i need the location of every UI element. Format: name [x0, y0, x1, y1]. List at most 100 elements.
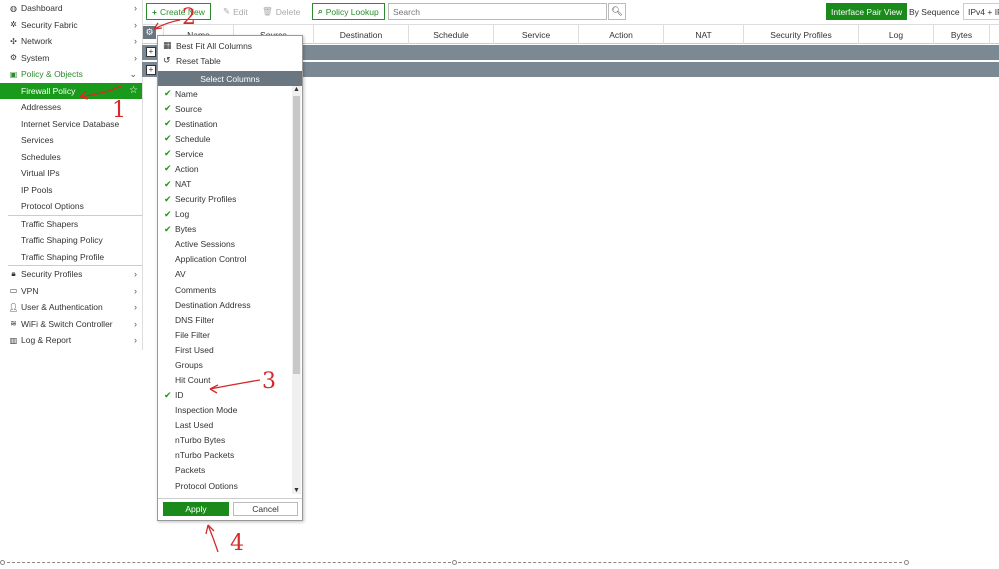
column-option-first-used[interactable]: First Used	[158, 342, 294, 357]
column-header-service[interactable]: Service	[494, 25, 579, 44]
sidebar-subitem-services[interactable]: Services	[0, 132, 142, 149]
column-option-comments[interactable]: Comments	[158, 282, 294, 297]
sidebar-item-log-report[interactable]: ▥ Log & Report ›	[0, 332, 142, 349]
scroll-down-icon[interactable]: ▼	[292, 487, 301, 494]
column-option-groups[interactable]: Groups	[158, 357, 294, 372]
column-option-label: File Filter	[175, 329, 210, 340]
sidebar-item-vpn[interactable]: ▭ VPN ›	[0, 283, 142, 300]
edit-button[interactable]: ✎ Edit	[217, 3, 254, 20]
policy-lookup-button[interactable]: ⌕ Policy Lookup	[312, 3, 385, 20]
sidebar-subitem-ip-pools[interactable]: IP Pools	[0, 182, 142, 199]
sidebar-item-dashboard[interactable]: ◍ Dashboard ›	[0, 0, 142, 17]
annotation-number-4: 4	[230, 531, 244, 556]
best-fit-columns-item[interactable]: ▦ Best Fit All Columns	[158, 38, 302, 53]
column-option-source[interactable]: ✔ Source	[158, 101, 294, 116]
column-option-schedule[interactable]: ✔ Schedule	[158, 131, 294, 146]
sidebar-item-label: Security Fabric	[21, 19, 78, 30]
column-option-application-control[interactable]: Application Control	[158, 252, 294, 267]
sidebar-item-policy-objects[interactable]: ▣ Policy & Objects ⌄	[0, 66, 142, 83]
sidebar-subitem-addresses[interactable]: Addresses	[0, 99, 142, 116]
column-header-action[interactable]: Action	[579, 25, 664, 44]
column-option-destination[interactable]: ✔ Destination	[158, 116, 294, 131]
sidebar-item-system[interactable]: ⚙ System ›	[0, 50, 142, 67]
column-option-file-filter[interactable]: File Filter	[158, 327, 294, 342]
sidebar-item-security-profiles[interactable]: 🔒︎ Security Profiles ›	[0, 266, 142, 283]
sidebar-item-wifi-switch-controller[interactable]: ≋ WiFi & Switch Controller ›	[0, 316, 142, 333]
search-input[interactable]	[388, 3, 607, 20]
column-option-id[interactable]: ✔ ID	[158, 388, 294, 403]
sidebar-item-user-authentication[interactable]: 👤︎ User & Authentication ›	[0, 299, 142, 316]
cancel-button[interactable]: Cancel	[233, 502, 298, 516]
column-option-av[interactable]: AV	[158, 267, 294, 282]
sidebar-item-network[interactable]: ✣ Network ›	[0, 33, 142, 50]
column-menu-popup: ▦ Best Fit All Columns ↺ Reset Table Sel…	[157, 35, 303, 521]
column-option-last-used[interactable]: Last Used	[158, 418, 294, 433]
column-header-nat[interactable]: NAT	[664, 25, 744, 44]
column-option-destination-address[interactable]: Destination Address	[158, 297, 294, 312]
column-option-nat[interactable]: ✔ NAT	[158, 176, 294, 191]
column-header-log[interactable]: Log	[859, 25, 934, 44]
reset-table-item[interactable]: ↺ Reset Table	[158, 53, 302, 68]
create-new-button[interactable]: + Create New	[146, 3, 211, 20]
column-list: ✔ Name ✔ Source ✔ Destination ✔ Schedule ✔ Servic…	[158, 86, 294, 489]
column-option-hit-count[interactable]: Hit Count	[158, 372, 294, 387]
column-option-inspection-mode[interactable]: Inspection Mode	[158, 403, 294, 418]
column-option-label: Service	[175, 148, 204, 159]
chart-icon: ▥	[9, 335, 18, 345]
column-option-action[interactable]: ✔ Action	[158, 161, 294, 176]
search-button[interactable]: 🔍︎	[608, 3, 626, 20]
sidebar-subitem-firewall-policy[interactable]: Firewall Policy ☆	[0, 82, 142, 99]
annotation-arrow-4	[205, 524, 219, 553]
delete-button[interactable]: 🗑︎ Delete	[256, 3, 307, 20]
column-settings-gear-icon[interactable]: ⚙	[143, 26, 156, 39]
column-option-protocol-options[interactable]: Protocol Options	[158, 478, 294, 489]
sidebar-subitem-traffic-shapers[interactable]: Traffic Shapers	[0, 216, 142, 233]
column-option-service[interactable]: ✔ Service	[158, 146, 294, 161]
column-option-dns-filter[interactable]: DNS Filter	[158, 312, 294, 327]
column-option-label: DNS Filter	[175, 314, 215, 325]
interface-pair-view-button[interactable]: Interface Pair View	[826, 3, 908, 20]
column-option-log[interactable]: ✔ Log	[158, 207, 294, 222]
column-option-packets[interactable]: Packets	[158, 463, 294, 478]
expand-icon[interactable]: +	[146, 65, 156, 75]
sidebar-subitem-schedules[interactable]: Schedules	[0, 149, 142, 166]
column-option-security-profiles[interactable]: ✔ Security Profiles	[158, 192, 294, 207]
ip-version-dropdown[interactable]: IPv4 + IP	[963, 3, 999, 20]
toolbar: + Create New ✎ Edit 🗑︎ Delete ⌕ Policy L…	[146, 3, 999, 20]
column-option-label: Source	[175, 103, 202, 114]
apply-button[interactable]: Apply	[163, 502, 229, 516]
column-option-label: Inspection Mode	[175, 405, 238, 416]
annotation-layer: 1 2 3 4	[79, 5, 276, 556]
column-option-label: Comments	[175, 284, 217, 295]
column-list-scrollbar[interactable]: ▲ ▼	[292, 86, 301, 494]
column-header-destination[interactable]: Destination	[314, 25, 409, 44]
sidebar-item-security-fabric[interactable]: ✲ Security Fabric ›	[0, 17, 142, 34]
scrollbar-thumb[interactable]	[293, 96, 300, 374]
column-option-active-sessions[interactable]: Active Sessions	[158, 237, 294, 252]
column-option-nturbo-packets[interactable]: nTurbo Packets	[158, 448, 294, 463]
sidebar-subitem-traffic-shaping-profile[interactable]: Traffic Shaping Profile	[0, 249, 142, 266]
resize-handle[interactable]	[0, 560, 5, 565]
resize-handle[interactable]	[452, 560, 457, 565]
column-header-security-profiles[interactable]: Security Profiles	[744, 25, 859, 44]
column-option-label: Active Sessions	[175, 239, 235, 250]
vpn-icon: ▭	[9, 286, 18, 296]
column-option-label: AV	[175, 269, 186, 280]
column-menu-footer: Apply Cancel	[158, 498, 302, 520]
by-sequence-button[interactable]: By Sequence	[904, 3, 965, 20]
column-header-schedule[interactable]: Schedule	[409, 25, 494, 44]
column-option-bytes[interactable]: ✔ Bytes	[158, 222, 294, 237]
column-option-nturbo-bytes[interactable]: nTurbo Bytes	[158, 433, 294, 448]
sidebar-item-label: WiFi & Switch Controller	[21, 318, 113, 329]
resize-handle[interactable]	[904, 560, 909, 565]
column-header-bytes[interactable]: Bytes	[934, 25, 990, 44]
sidebar-subitem-internet-service-database[interactable]: Internet Service Database	[0, 116, 142, 133]
star-icon[interactable]: ☆	[129, 85, 138, 96]
sidebar-subitem-virtual-ips[interactable]: Virtual IPs	[0, 165, 142, 182]
sidebar-subitem-protocol-options[interactable]: Protocol Options	[0, 198, 142, 215]
column-option-label: Packets	[175, 465, 206, 476]
expand-icon[interactable]: +	[146, 47, 156, 57]
sidebar-subitem-traffic-shaping-policy[interactable]: Traffic Shaping Policy	[0, 232, 142, 249]
column-option-name[interactable]: ✔ Name	[158, 86, 294, 101]
scroll-up-icon[interactable]: ▲	[292, 86, 301, 93]
